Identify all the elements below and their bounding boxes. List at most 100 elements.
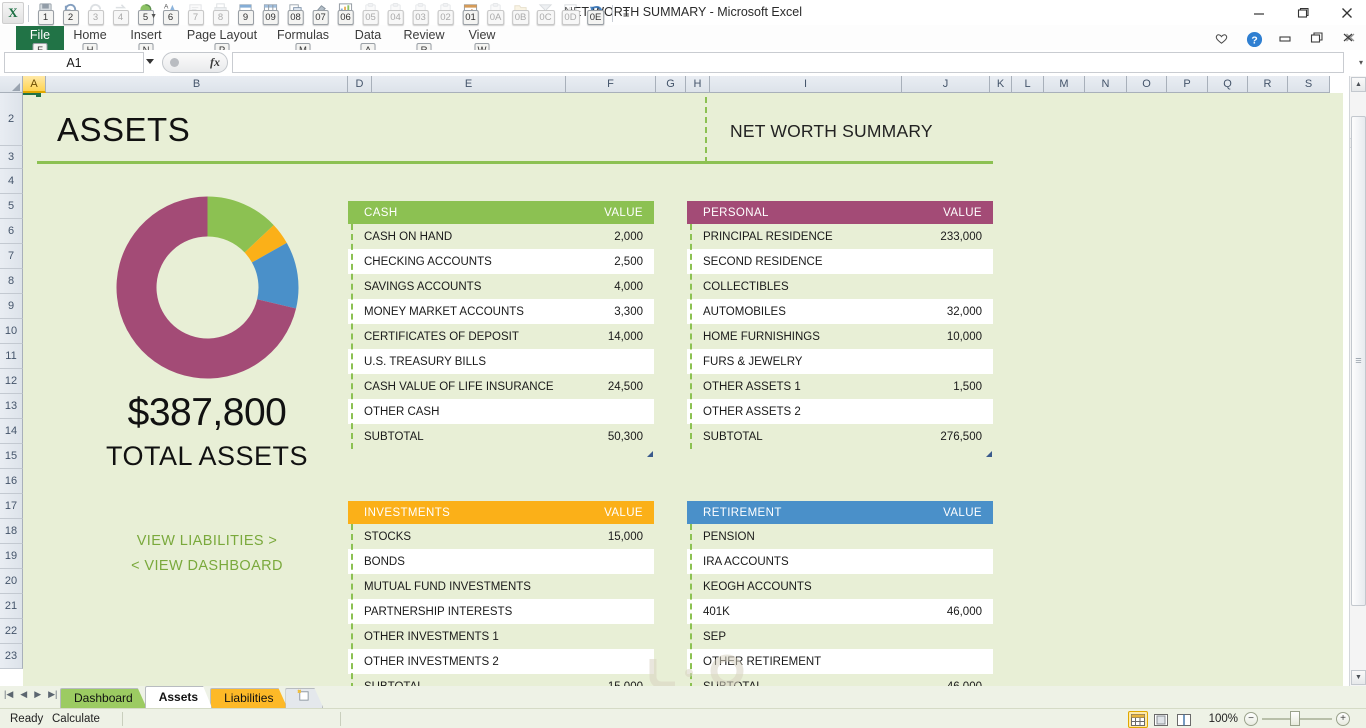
table-row[interactable]: PARTNERSHIP INTERESTS <box>348 599 654 624</box>
qat-chart-icon[interactable]: 06 <box>333 1 358 25</box>
table-row[interactable]: PRINCIPAL RESIDENCE 233,000 <box>687 224 993 249</box>
row-header-13[interactable]: 13 <box>0 394 23 419</box>
column-header-G[interactable]: G <box>656 76 686 93</box>
zoom-in-button[interactable]: + <box>1336 712 1350 726</box>
qat-table-icon[interactable]: 09 <box>258 1 283 25</box>
qat-save-icon[interactable]: 1 <box>33 1 58 25</box>
excel-logo-icon[interactable]: X <box>2 2 24 24</box>
table-row[interactable]: MONEY MARKET ACCOUNTS 3,300 <box>348 299 654 324</box>
page-break-preview-button[interactable] <box>1174 711 1194 728</box>
row-value[interactable]: 50,300 <box>608 431 643 443</box>
column-header-B[interactable]: B <box>46 76 348 93</box>
close-icon[interactable] <box>1336 3 1358 23</box>
row-value[interactable]: 24,500 <box>608 381 643 393</box>
row-value[interactable]: 32,000 <box>947 306 982 318</box>
name-box-dropdown-icon[interactable] <box>146 59 154 64</box>
row-value[interactable]: 15,000 <box>608 531 643 543</box>
zoom-level-label[interactable]: 100% <box>1209 709 1238 728</box>
qat-undo-blue-icon[interactable]: 0E <box>583 1 608 25</box>
column-header-O[interactable]: O <box>1127 76 1167 93</box>
view-dashboard-link[interactable]: < VIEW DASHBOARD <box>57 558 357 574</box>
chevron-down-icon[interactable]: ▼ <box>150 13 157 20</box>
scroll-up-arrow-icon[interactable]: ▲ <box>1351 77 1366 92</box>
scroll-down-arrow-icon[interactable]: ▼ <box>1351 670 1366 685</box>
column-header-J[interactable]: J <box>902 76 990 93</box>
column-header-K[interactable]: K <box>990 76 1012 93</box>
table-row[interactable]: OTHER INVESTMENTS 1 <box>348 624 654 649</box>
zoom-out-button[interactable]: − <box>1244 712 1258 726</box>
next-sheet-icon[interactable]: ▶ <box>34 689 41 700</box>
table-row[interactable]: 401K 46,000 <box>687 599 993 624</box>
qat-format-painter-icon[interactable]: 07 <box>308 1 333 25</box>
row-header-3[interactable]: 3 <box>0 146 23 169</box>
row-header-5[interactable]: 5 <box>0 194 23 219</box>
row-header-4[interactable]: 4 <box>0 169 23 194</box>
table-row[interactable]: U.S. TREASURY BILLS <box>348 349 654 374</box>
favorite-icon[interactable] <box>1214 31 1230 47</box>
qat-undo-icon[interactable]: 2 <box>58 1 83 25</box>
row-header-21[interactable]: 21 <box>0 594 23 619</box>
row-header-6[interactable]: 6 <box>0 219 23 244</box>
close-window-icon[interactable] <box>1342 31 1358 47</box>
first-sheet-icon[interactable]: |◀ <box>4 689 13 700</box>
table-row[interactable]: OTHER ASSETS 1 1,500 <box>687 374 993 399</box>
column-header-H[interactable]: H <box>686 76 710 93</box>
row-value[interactable]: 14,000 <box>608 331 643 343</box>
restore-icon[interactable] <box>1292 3 1314 23</box>
table-row[interactable]: CERTIFICATES OF DEPOSIT 14,000 <box>348 324 654 349</box>
table-row[interactable]: STOCKS 15,000 <box>348 524 654 549</box>
row-header-11[interactable]: 11 <box>0 344 23 369</box>
sheet-tab-dashboard[interactable]: Dashboard <box>60 688 147 708</box>
assets-donut-chart[interactable] <box>115 195 300 380</box>
insert-function-button[interactable]: fx <box>162 52 228 73</box>
ribbon-tab-view[interactable]: ViewW <box>458 26 506 58</box>
ribbon-tab-file[interactable]: FileF <box>16 26 64 58</box>
table-row[interactable]: SUBTOTAL15,000 <box>348 674 654 687</box>
ribbon-tab-review[interactable]: ReviewR <box>394 26 454 58</box>
column-header-A[interactable]: A <box>23 76 46 93</box>
help-icon[interactable]: ? <box>1246 31 1263 48</box>
ribbon-tab-data[interactable]: DataA <box>344 26 392 58</box>
table-row[interactable]: CASH ON HAND 2,000 <box>348 224 654 249</box>
column-header-E[interactable]: E <box>372 76 566 93</box>
table-row[interactable]: CASH VALUE OF LIFE INSURANCE 24,500 <box>348 374 654 399</box>
column-header-L[interactable]: L <box>1012 76 1044 93</box>
ribbon-tab-page-layout[interactable]: Page LayoutP <box>178 26 266 58</box>
row-value[interactable]: 276,500 <box>940 431 982 443</box>
column-header-M[interactable]: M <box>1044 76 1085 93</box>
name-box[interactable]: A1 <box>4 52 144 73</box>
customize-quick-access-toolbar-icon[interactable]: ⩲ <box>623 7 629 20</box>
table-row[interactable]: OTHER CASH <box>348 399 654 424</box>
qat-paste-special-icon[interactable]: 08 <box>283 1 308 25</box>
row-header-10[interactable]: 10 <box>0 319 23 344</box>
column-header-R[interactable]: R <box>1248 76 1288 93</box>
table-resize-handle[interactable] <box>647 451 653 457</box>
table-row[interactable]: OTHER INVESTMENTS 2 <box>348 649 654 674</box>
table-row[interactable]: CHECKING ACCOUNTS 2,500 <box>348 249 654 274</box>
qat-refresh-all-icon[interactable]: 5 ▼ <box>133 1 158 25</box>
column-header-Q[interactable]: Q <box>1208 76 1248 93</box>
table-row[interactable]: SUBTOTAL 50,300 <box>348 424 654 449</box>
expand-formula-bar-icon[interactable]: ▾ <box>1359 58 1363 67</box>
table-row[interactable]: IRA ACCOUNTS <box>687 549 993 574</box>
status-calc-mode[interactable]: Calculate <box>52 709 100 728</box>
vertical-scrollbar[interactable]: ▲ ▼ <box>1349 76 1366 686</box>
minimize-ribbon-icon[interactable] <box>1278 31 1294 47</box>
row-value[interactable]: 4,000 <box>614 281 643 293</box>
row-header-18[interactable]: 18 <box>0 519 23 544</box>
row-value[interactable]: 3,300 <box>614 306 643 318</box>
row-value[interactable]: 2,000 <box>614 231 643 243</box>
sheet-tab-liabilities[interactable]: Liabilities <box>210 688 287 708</box>
table-row[interactable]: SUBTOTAL46,000 <box>687 674 993 687</box>
ribbon-tab-home[interactable]: HomeH <box>62 26 118 58</box>
last-sheet-icon[interactable]: ▶| <box>48 689 57 700</box>
table-resize-handle[interactable] <box>986 451 992 457</box>
column-header-F[interactable]: F <box>566 76 656 93</box>
column-header-N[interactable]: N <box>1085 76 1127 93</box>
zoom-slider-thumb[interactable] <box>1290 711 1300 726</box>
table-row[interactable]: OTHER ASSETS 2 <box>687 399 993 424</box>
sheet-canvas[interactable]: ASSETS NET WORTH SUMMARY $387,800 TOTAL … <box>23 93 1343 686</box>
qat-pivot-table-icon[interactable]: 01 <box>458 1 483 25</box>
row-value[interactable]: 2,500 <box>614 256 643 268</box>
table-row[interactable]: KEOGH ACCOUNTS <box>687 574 993 599</box>
